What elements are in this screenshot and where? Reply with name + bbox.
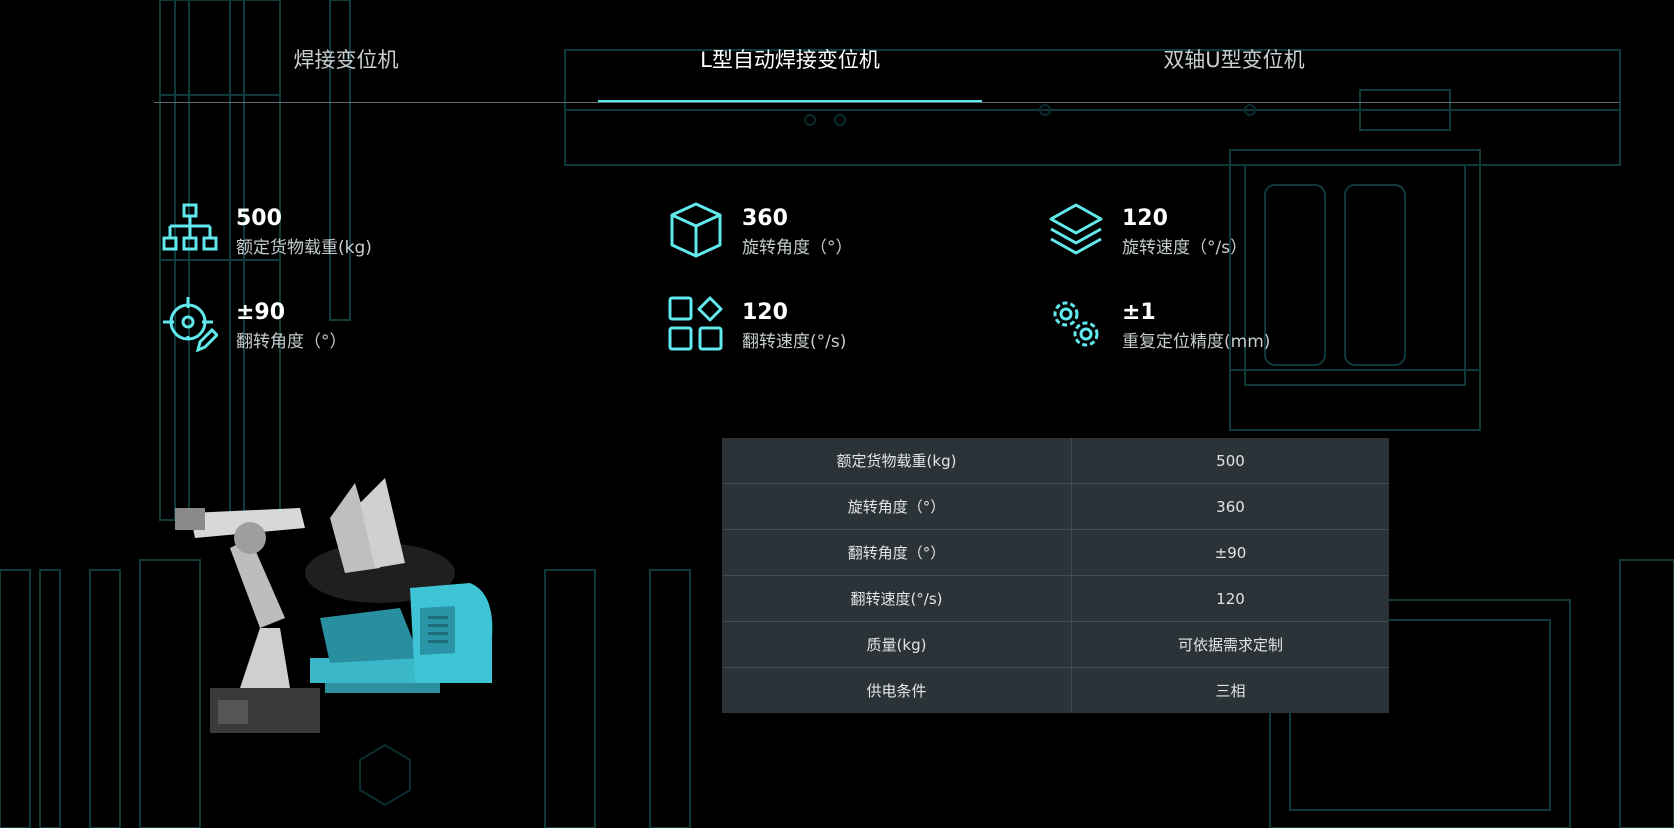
org-chart-icon xyxy=(162,203,218,251)
stat-value: ±1 xyxy=(1122,300,1156,325)
table-row: 额定货物载重(kg) 500 xyxy=(722,438,1389,484)
tab-l-type-welding-positioner[interactable]: L型自动焊接变位机 xyxy=(598,40,982,103)
table-row: 供电条件 三相 xyxy=(722,667,1389,713)
stat-label: 旋转角度（°） xyxy=(742,238,853,258)
spec-table: 额定货物载重(kg) 500 旋转角度（°） 360 翻转角度（°） ±90 翻… xyxy=(722,438,1389,713)
spec-value: ±90 xyxy=(1071,529,1389,576)
spec-name: 供电条件 xyxy=(722,667,1072,713)
gears-icon xyxy=(1053,301,1099,347)
stat-label: 旋转速度（°/s） xyxy=(1122,238,1248,258)
table-row: 翻转速度(°/s) 120 xyxy=(722,575,1389,622)
stat-value: 360 xyxy=(742,206,788,231)
spec-value: 120 xyxy=(1071,575,1389,622)
stat-label: 额定货物载重(kg) xyxy=(236,238,372,258)
stat-value: 500 xyxy=(236,206,282,231)
cube-icon xyxy=(670,202,722,258)
spec-value: 360 xyxy=(1071,483,1389,530)
table-row: 质量(kg) 可依据需求定制 xyxy=(722,621,1389,668)
target-edit-icon xyxy=(163,297,218,352)
tabs-divider xyxy=(154,102,1619,103)
product-tabs: 焊接变位机 L型自动焊接变位机 双轴U型变位机 xyxy=(154,40,1619,103)
stat-label: 翻转速度(°/s) xyxy=(742,332,847,352)
spec-name: 额定货物载重(kg) xyxy=(722,438,1072,484)
table-row: 翻转角度（°） ±90 xyxy=(722,529,1389,576)
spec-value: 500 xyxy=(1071,438,1389,484)
layers-icon xyxy=(1049,203,1103,255)
spec-name: 旋转角度（°） xyxy=(722,483,1072,530)
stat-label: 翻转角度（°） xyxy=(236,332,347,352)
spec-name: 质量(kg) xyxy=(722,621,1072,668)
spec-value: 三相 xyxy=(1215,682,1246,700)
stat-value: ±90 xyxy=(236,300,286,325)
spec-value: 可依据需求定制 xyxy=(1071,621,1389,668)
stat-label: 重复定位精度(mm) xyxy=(1122,332,1271,352)
spec-name: 翻转角度（°） xyxy=(722,529,1072,576)
stat-value: 120 xyxy=(1122,206,1168,231)
tab-dual-axis-u-positioner[interactable]: 双轴U型变位机 xyxy=(1042,40,1426,103)
stat-value: 120 xyxy=(742,300,788,325)
tab-welding-positioner[interactable]: 焊接变位机 xyxy=(154,40,538,103)
table-row: 旋转角度（°） 360 xyxy=(722,483,1389,530)
spec-name: 翻转速度(°/s) xyxy=(722,575,1072,622)
grid-diamond-icon xyxy=(668,296,723,351)
product-machine-image xyxy=(175,478,493,733)
